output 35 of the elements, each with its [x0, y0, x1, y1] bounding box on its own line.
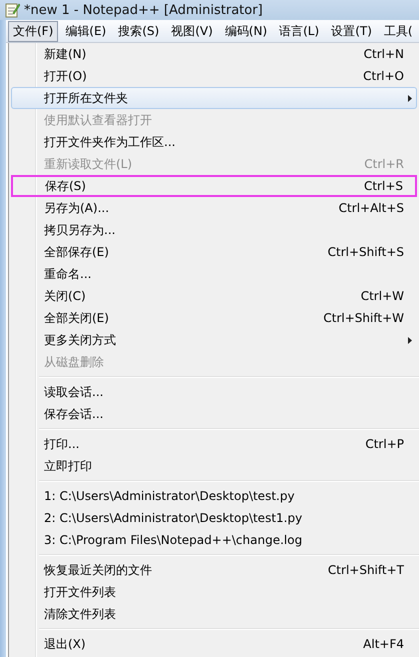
menu-item[interactable]: 新建(N) Ctrl+N — [11, 43, 417, 65]
submenu-arrow-icon — [408, 94, 412, 102]
menu-bar-item[interactable]: 设置(T) — [326, 20, 377, 42]
menu-item[interactable]: 保存会话... — [11, 403, 417, 425]
menu-item[interactable]: 打印... Ctrl+P — [11, 433, 417, 455]
menu-item[interactable]: 2: C:\Users\Administrator\Desktop\test1.py — [11, 507, 417, 529]
menu-item[interactable]: 3: C:\Program Files\Notepad++\change.log — [11, 529, 417, 551]
menu-item[interactable]: 保存(S) Ctrl+S — [11, 175, 417, 197]
menu-item[interactable]: 立即打印 — [11, 455, 417, 477]
menu-item[interactable]: 打开(O) Ctrl+O — [11, 65, 417, 87]
menu-item[interactable]: 关闭(C) Ctrl+W — [11, 285, 417, 307]
menu-item[interactable]: 清除文件列表 — [11, 603, 417, 625]
submenu-arrow-icon — [408, 336, 412, 344]
menu-item[interactable]: 拷贝另存为... — [11, 219, 417, 241]
menu-item[interactable]: 读取会话... — [11, 381, 417, 403]
menu-item[interactable]: 重命名... — [11, 263, 417, 285]
menu-item[interactable]: 打开所在文件夹 — [11, 87, 417, 109]
menu-bar-item[interactable]: 文件(F) — [8, 20, 58, 42]
menu-item[interactable]: 恢复最近关闭的文件 Ctrl+Shift+T — [11, 559, 417, 581]
menu-bar-item[interactable]: 视图(V) — [166, 20, 218, 42]
menu-bar-item[interactable]: 编码(N) — [220, 20, 272, 42]
menu-bar-item[interactable]: 搜索(S) — [113, 20, 164, 42]
menu-bar-item[interactable]: 语言(L) — [274, 20, 324, 42]
menu-item[interactable]: 更多关闭方式 — [11, 329, 417, 351]
menu-bar-item[interactable]: 工具( — [378, 20, 418, 42]
menu-item[interactable]: 全部保存(E) Ctrl+Shift+S — [11, 241, 417, 263]
menu-bar-item[interactable]: 编辑(E) — [60, 20, 112, 42]
menu-item[interactable]: 1: C:\Users\Administrator\Desktop\test.py — [11, 485, 417, 507]
window-title: *new 1 - Notepad++ [Administrator] — [24, 2, 263, 18]
menu-item[interactable]: 另存为(A)... Ctrl+Alt+S — [11, 197, 417, 219]
menu-item[interactable]: 打开文件列表 — [11, 581, 417, 603]
menu-item[interactable]: 打开文件夹作为工作区... — [11, 131, 417, 153]
menu-item[interactable]: 退出(X) Alt+F4 — [11, 633, 417, 655]
notepad-icon — [4, 2, 20, 18]
menu-item[interactable]: 全部关闭(E) Ctrl+Shift+W — [11, 307, 417, 329]
